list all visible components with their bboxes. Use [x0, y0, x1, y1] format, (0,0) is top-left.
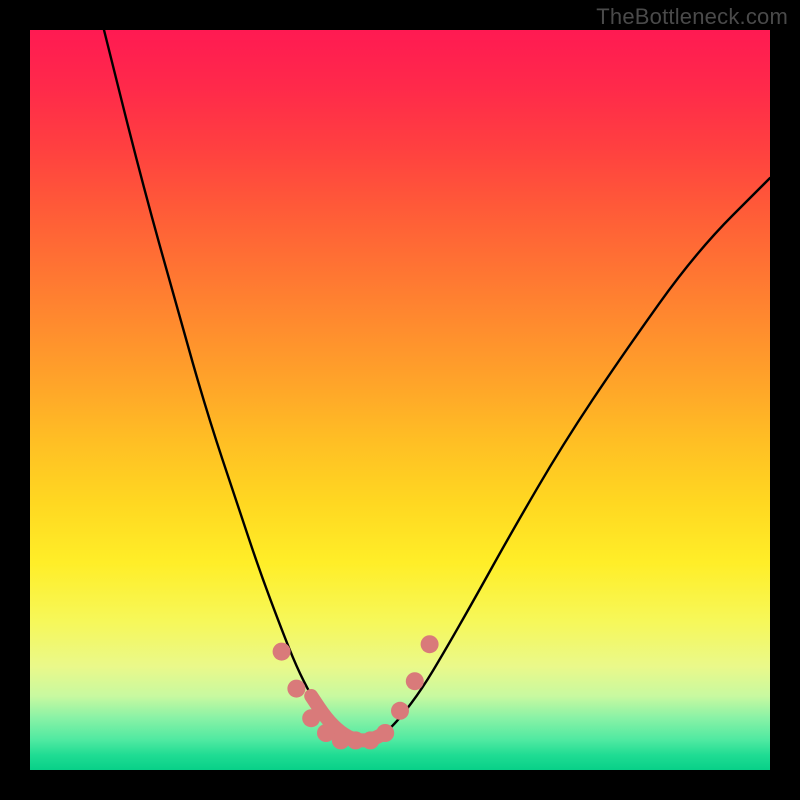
marker-dot — [376, 724, 394, 742]
marker-dot — [273, 643, 291, 661]
plot-area — [30, 30, 770, 770]
chart-frame: TheBottleneck.com — [0, 0, 800, 800]
marker-dot — [302, 709, 320, 727]
marker-dot — [287, 680, 305, 698]
marker-dot — [391, 702, 409, 720]
marker-dot — [421, 635, 439, 653]
chart-svg — [30, 30, 770, 770]
marker-group — [273, 635, 439, 749]
bottleneck-curve — [104, 30, 770, 740]
marker-dot — [406, 672, 424, 690]
watermark-text: TheBottleneck.com — [596, 4, 788, 30]
